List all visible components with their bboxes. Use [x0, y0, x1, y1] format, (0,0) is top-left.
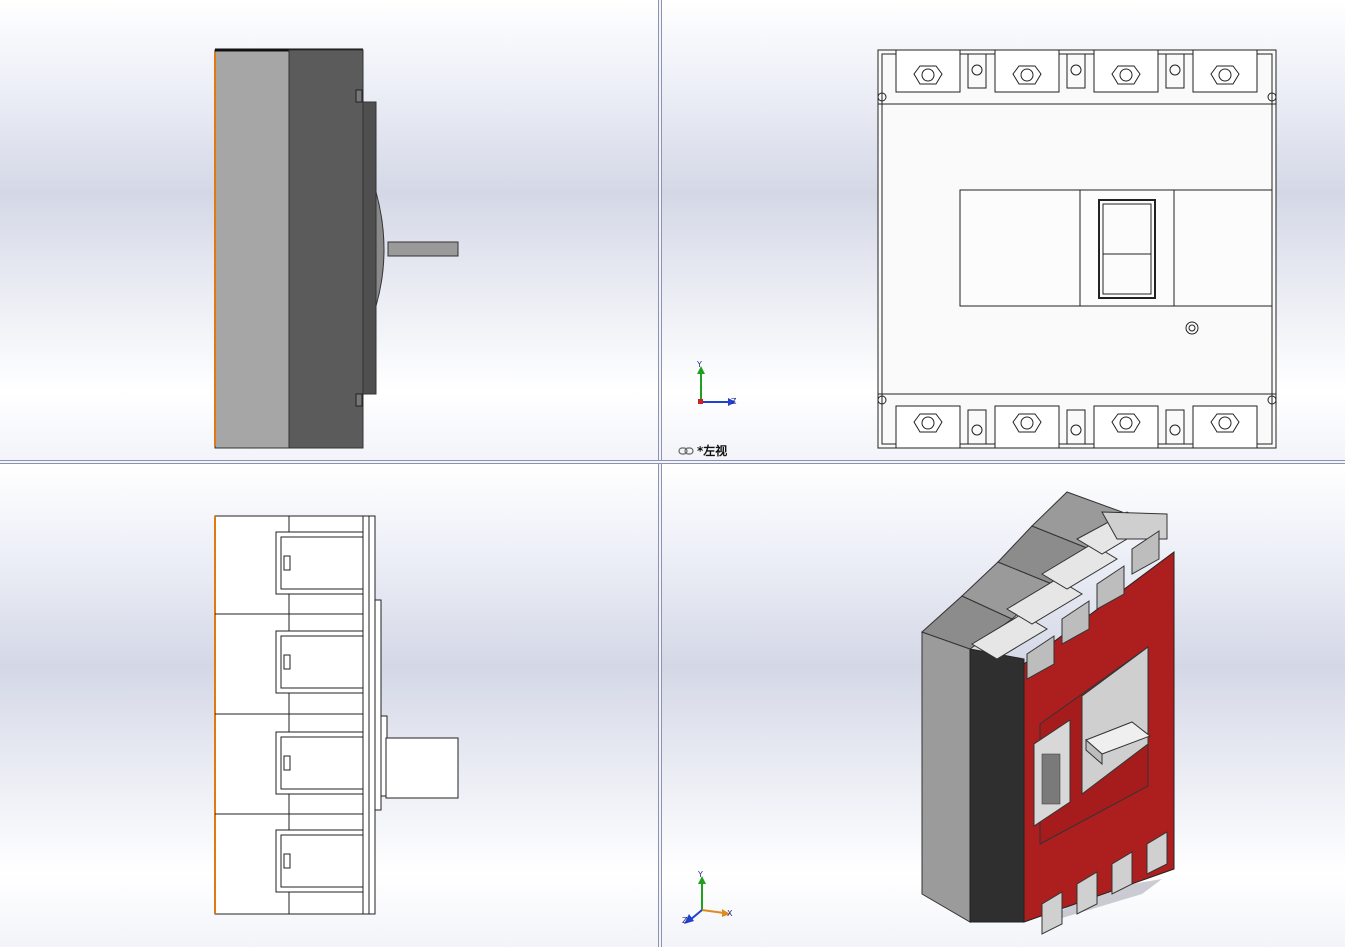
top-view-drawing	[214, 515, 459, 915]
iso-axis-x-label: X	[727, 909, 733, 918]
axis-z-label: Z	[731, 397, 737, 406]
solidworks-four-view-viewport[interactable]: Y Z *左视 Y X Z	[0, 0, 1345, 947]
axis-triad-iso	[684, 876, 730, 924]
horizontal-viewport-splitter[interactable]	[0, 460, 1345, 464]
iso-axis-z-label: Z	[682, 916, 688, 925]
right-view-drawing	[214, 48, 459, 449]
viewport-pane-isometric-view[interactable]: Y X Z	[662, 464, 1345, 947]
viewport-pane-right-view[interactable]	[0, 0, 658, 460]
isometric-view-drawing	[684, 491, 1175, 935]
view-name-text: *左视	[697, 444, 728, 458]
view-name-label: *左视	[678, 442, 727, 459]
vertical-viewport-splitter[interactable]	[658, 0, 662, 947]
viewport-pane-left-view[interactable]: Y Z *左视	[662, 0, 1345, 460]
link-icon	[678, 446, 694, 455]
viewport-pane-top-view[interactable]	[0, 464, 658, 947]
left-view-drawing	[697, 49, 1277, 449]
iso-axis-y-label: Y	[698, 870, 703, 879]
axis-y-label: Y	[697, 360, 702, 369]
